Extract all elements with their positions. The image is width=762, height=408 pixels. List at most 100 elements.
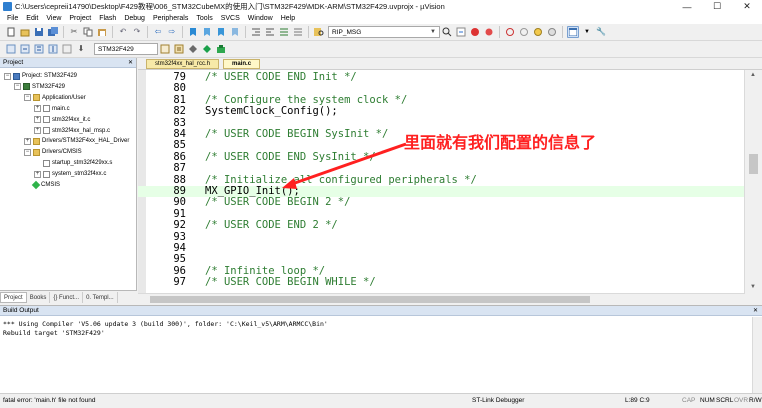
paste-icon[interactable] [96,26,108,38]
pane-tab-2[interactable]: {} Funct... [50,292,84,303]
insert-breakpoint-icon[interactable] [483,26,495,38]
editor-horizontal-scrollbar[interactable] [138,293,744,304]
expand-icon[interactable]: + [34,170,41,178]
code-line[interactable]: 97 /* USER CODE BEGIN WHILE */ [138,276,744,288]
find-icon[interactable] [441,26,453,38]
comment-icon[interactable] [278,26,290,38]
maximize-button[interactable]: ☐ [702,1,732,12]
code-line[interactable]: 94 [138,242,744,254]
tree-item[interactable]: CMSIS [24,180,60,190]
open-file-icon[interactable] [19,26,31,38]
translate-icon[interactable] [5,43,17,55]
pane-close-icon[interactable]: ✕ [128,59,133,66]
tree-item[interactable]: − Drivers/CMSIS [24,147,82,157]
clear-breakpoints-icon[interactable] [546,26,558,38]
code-line[interactable]: 93 [138,231,744,243]
menu-file[interactable]: File [3,15,22,22]
unindent-icon[interactable] [264,26,276,38]
tree-project-root[interactable]: − Project: STM32F429 [4,71,77,81]
code-editor[interactable]: 79/* USER CODE END Init */80 81/* Configu… [138,69,762,294]
configure-icon[interactable]: 🔧 [595,26,607,38]
menu-svcs[interactable]: SVCS [217,15,244,22]
build-output-scrollbar[interactable] [752,317,762,394]
menu-help[interactable]: Help [277,15,299,22]
code-line[interactable]: 90/* USER CODE BEGIN 2 */ [138,196,744,208]
tree-item[interactable]: + Drivers/STM32F4xx_HAL_Driver [24,136,129,146]
target-combo[interactable]: STM32F429 [94,43,158,55]
indent-icon[interactable] [250,26,262,38]
tree-item[interactable]: + stm32f4xx_it.c [34,115,90,125]
code-line[interactable]: 87 [138,162,744,174]
editor-scroll-thumb[interactable] [749,154,758,174]
copy-icon[interactable] [82,26,94,38]
tree-item[interactable]: − Application/User [24,93,86,103]
incremental-find-icon[interactable] [455,26,467,38]
file-extensions-icon[interactable] [173,43,185,55]
code-line[interactable]: 92 /* USER CODE END 2 */ [138,219,744,231]
code-line[interactable]: 79/* USER CODE END Init */ [138,71,744,83]
stop-build-icon[interactable] [61,43,73,55]
tree-item[interactable]: + stm32f4xx_hal_msp.c [34,126,110,136]
uncomment-icon[interactable] [292,26,304,38]
menu-tools[interactable]: Tools [192,15,216,22]
navigate-back-icon[interactable]: ⇦ [152,26,164,38]
menu-debug[interactable]: Debug [120,15,149,22]
pane-tab-1[interactable]: Books [27,292,51,303]
scroll-up-icon[interactable]: ▲ [750,72,756,78]
save-icon[interactable] [33,26,45,38]
enable-breakpoint-icon[interactable] [504,26,516,38]
bookmark-next-icon[interactable] [215,26,227,38]
menu-view[interactable]: View [42,15,65,22]
new-file-icon[interactable] [5,26,17,38]
editor-hscroll-thumb[interactable] [150,296,590,303]
expand-icon[interactable]: + [34,116,41,124]
select-packs-icon[interactable] [201,43,213,55]
pane-close-icon[interactable]: ✕ [753,307,758,314]
redo-icon[interactable]: ↷ [131,26,143,38]
debug-start-icon[interactable] [469,26,481,38]
bookmark-prev-icon[interactable] [201,26,213,38]
expand-icon[interactable]: + [24,137,31,145]
navigate-forward-icon[interactable]: ⇨ [166,26,178,38]
tree-item[interactable]: + system_stm32f4xx.c [34,169,106,179]
pane-tab-3[interactable]: 0. Templ... [83,292,118,303]
menu-peripherals[interactable]: Peripherals [149,15,192,22]
collapse-icon[interactable]: − [24,148,31,156]
undo-icon[interactable]: ↶ [117,26,129,38]
bookmark-clear-icon[interactable] [229,26,241,38]
cut-icon[interactable]: ✂ [68,26,80,38]
menu-flash[interactable]: Flash [95,15,120,22]
expand-icon[interactable]: + [34,127,41,134]
find-combo[interactable]: RIP_MSG ▼ [328,26,440,38]
disable-breakpoints-icon[interactable] [518,26,530,38]
tree-target[interactable]: − STM32F429 [14,82,65,92]
manage-components-icon[interactable] [187,43,199,55]
code-line[interactable]: 86/* USER CODE END SysInit */ [138,151,744,163]
tree-item[interactable]: + main.c [34,104,70,114]
save-all-icon[interactable] [47,26,59,38]
menu-project[interactable]: Project [65,15,95,22]
build-icon[interactable] [19,43,31,55]
pane-tab-0[interactable]: Project [0,292,27,303]
expand-icon[interactable]: + [34,105,41,113]
pack-installer-icon[interactable] [215,43,227,55]
code-line[interactable]: 82 SystemClock_Config(); [138,105,744,117]
editor-vertical-scrollbar[interactable]: ▲ ▼ [744,70,762,294]
collapse-icon[interactable]: − [24,94,31,102]
window-layout-icon[interactable] [567,26,579,38]
bookmark-toggle-icon[interactable] [187,26,199,38]
download-icon[interactable]: ⬇ [75,43,87,55]
target-options-icon[interactable] [159,43,171,55]
collapse-icon[interactable]: − [14,83,21,91]
menu-edit[interactable]: Edit [22,15,42,22]
close-button[interactable]: ✕ [732,1,762,12]
scroll-down-icon[interactable]: ▼ [750,284,756,290]
kill-breakpoints-icon[interactable] [532,26,544,38]
editor-tab-0[interactable]: stm32f4xx_hal_rcc.h [146,59,220,69]
find-in-files-icon[interactable] [313,26,325,38]
rebuild-icon[interactable] [33,43,45,55]
batch-build-icon[interactable] [47,43,59,55]
collapse-icon[interactable]: − [4,72,11,80]
editor-tab-1[interactable]: main.c [223,59,261,69]
minimize-button[interactable]: — [672,2,702,12]
